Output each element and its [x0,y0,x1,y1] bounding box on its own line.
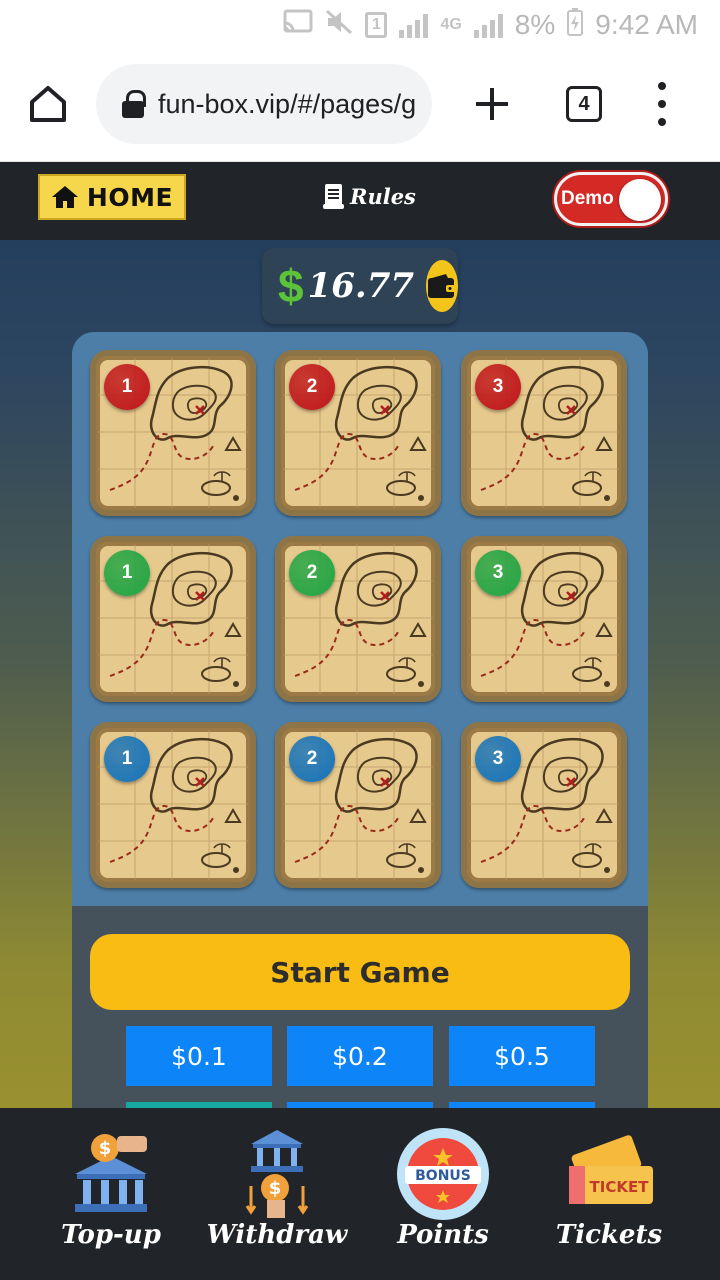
bonus-icon: BONUS [395,1126,491,1222]
nav-label: Withdraw [206,1220,348,1250]
nav-points[interactable]: BONUS Points [358,1108,528,1280]
signal-icon-2 [473,12,503,38]
mute-icon [325,9,353,42]
svg-text:$: $ [269,1178,282,1199]
scroll-icon [323,184,344,209]
map-tile[interactable]: 3 [461,536,627,702]
demo-label: Demo [561,188,614,209]
tile-number-badge: 1 [104,550,150,596]
map-tile[interactable]: 2 [275,722,441,888]
network-type: 4G [440,16,462,33]
bank-withdraw-icon: $ [229,1126,325,1222]
wallet-icon[interactable] [426,260,459,312]
battery-charging-icon [567,7,584,43]
map-tile[interactable]: 1 [90,722,256,888]
browser-menu-icon[interactable] [652,82,672,126]
nav-withdraw[interactable]: $ Withdraw [192,1108,362,1280]
rules-label: Rules [350,183,416,209]
bank-deposit-icon: $ [63,1126,159,1222]
url-text: fun-box.vip/#/pages/g [158,88,417,119]
bet-button-1[interactable]: $0.1 [126,1026,272,1086]
bottom-nav: $ Top-up $ Withdraw BONUS Points TICKET … [0,1108,720,1280]
browser-toolbar: fun-box.vip/#/pages/g 4 [0,50,720,162]
status-bar: 1 4G 8% 9:42 AM [0,0,720,50]
map-tile[interactable]: 3 [461,722,627,888]
nav-topup[interactable]: $ Top-up [26,1108,196,1280]
nav-tickets[interactable]: TICKET Tickets [524,1108,694,1280]
currency-symbol: $ [278,260,304,312]
game-header: HOME Rules Demo [0,162,720,240]
nav-label: Points [397,1220,489,1250]
start-game-button[interactable]: Start Game [90,934,630,1010]
nav-label: Tickets [555,1220,663,1250]
signal-icon [399,12,429,38]
map-tile[interactable]: 2 [275,536,441,702]
battery-percent: 8% [514,9,556,40]
tile-number-badge: 2 [289,550,335,596]
tile-number-badge: 3 [475,736,521,782]
cast-icon [283,9,313,42]
house-icon [51,186,78,208]
tile-number-badge: 2 [289,736,335,782]
demo-toggle[interactable]: Demo [554,172,668,226]
tile-number-badge: 3 [475,364,521,410]
clock: 9:42 AM [595,9,698,40]
sim-icon: 1 [365,12,388,38]
home-label: HOME [86,182,174,212]
lock-icon [122,90,146,118]
ticket-badge-text: TICKET [590,1178,650,1196]
ticket-icon: TICKET [561,1126,657,1222]
bet-button-3[interactable]: $0.5 [449,1026,595,1086]
map-tile[interactable]: 3 [461,350,627,516]
map-tile[interactable]: 1 [90,350,256,516]
tile-number-badge: 3 [475,550,521,596]
rules-button[interactable]: Rules [322,182,416,210]
map-tile[interactable]: 2 [275,350,441,516]
balance-amount: 16.77 [307,266,415,306]
tile-number-badge: 1 [104,736,150,782]
new-tab-icon[interactable] [468,80,516,128]
map-tile[interactable]: 1 [90,536,256,702]
nav-label: Top-up [61,1220,161,1250]
tab-switcher-button[interactable]: 4 [566,86,602,122]
home-button[interactable]: HOME [38,174,186,220]
toggle-knob [619,179,661,221]
svg-text:$: $ [99,1138,112,1159]
bet-button-2[interactable]: $0.2 [287,1026,433,1086]
browser-home-icon[interactable] [24,80,72,128]
tile-number-badge: 2 [289,364,335,410]
tile-number-badge: 1 [104,364,150,410]
bonus-badge-text: BONUS [415,1168,471,1184]
balance-display: $ 16.77 [262,248,459,324]
address-bar[interactable]: fun-box.vip/#/pages/g [96,64,432,144]
